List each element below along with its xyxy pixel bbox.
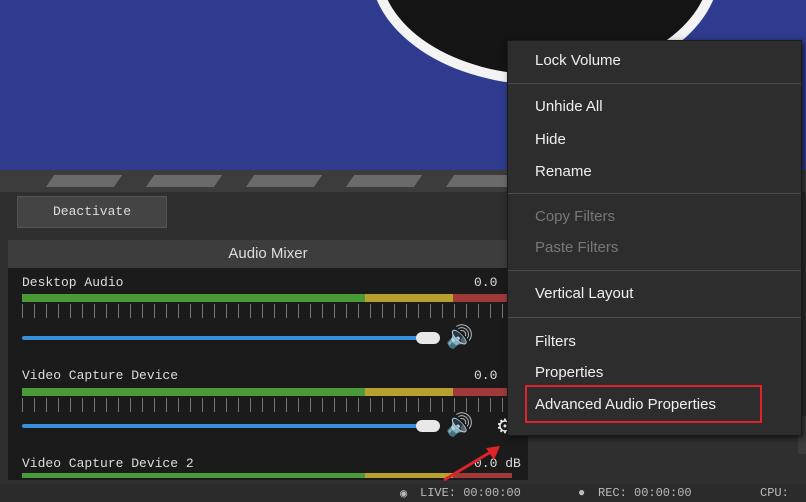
- menu-item-hide[interactable]: Hide: [535, 131, 566, 148]
- volume-slider[interactable]: [22, 424, 438, 428]
- device-name-video-capture: Video Capture Device: [22, 368, 179, 383]
- live-icon: ◉: [400, 487, 408, 501]
- device-volume-value: 0.0: [474, 368, 498, 383]
- arrow-shaft: [443, 448, 495, 482]
- menu-item-rename[interactable]: Rename: [535, 163, 592, 180]
- volume-meter: [22, 294, 512, 302]
- menu-item-properties[interactable]: Properties: [535, 364, 603, 381]
- meter-ticks: [22, 304, 512, 318]
- menu-separator: [508, 193, 801, 194]
- audio-mixer-title: Audio Mixer: [8, 240, 528, 268]
- menu-item-copy-filters: Copy Filters: [535, 208, 616, 225]
- menu-separator: [508, 83, 801, 84]
- volume-slider[interactable]: [22, 336, 438, 340]
- menu-item-lock-volume[interactable]: Lock Volume: [535, 52, 621, 69]
- speaker-icon[interactable]: 🔊: [446, 324, 473, 350]
- status-bar: ◉ LIVE: 00:00:00 ● REC: 00:00:00 CPU:: [0, 484, 806, 502]
- red-arrow-annotation: [443, 446, 500, 482]
- volume-slider-handle[interactable]: [416, 420, 440, 432]
- menu-item-vertical-layout[interactable]: Vertical Layout: [535, 285, 633, 302]
- meter-ticks: [22, 398, 512, 412]
- rec-timer: REC: 00:00:00: [598, 486, 692, 500]
- menu-item-advanced-audio-properties[interactable]: Advanced Audio Properties: [535, 396, 716, 413]
- cpu-label: CPU:: [760, 486, 789, 500]
- context-menu: Lock Volume Unhide All Hide Rename Copy …: [507, 40, 802, 436]
- menu-separator: [508, 317, 801, 318]
- menu-item-paste-filters: Paste Filters: [535, 239, 619, 256]
- menu-item-unhide-all[interactable]: Unhide All: [535, 98, 603, 115]
- device-volume-value: 0.0: [474, 275, 498, 290]
- device-name-video-capture-2: Video Capture Device 2: [22, 456, 194, 471]
- rec-icon: ●: [578, 486, 586, 500]
- volume-meter: [22, 388, 512, 396]
- menu-separator: [508, 270, 801, 271]
- volume-slider-handle[interactable]: [416, 332, 440, 344]
- speaker-icon[interactable]: 🔊: [446, 412, 473, 438]
- live-timer: LIVE: 00:00:00: [420, 486, 521, 500]
- deactivate-button[interactable]: Deactivate: [17, 196, 167, 228]
- device-name-desktop-audio: Desktop Audio: [22, 275, 124, 290]
- menu-item-filters[interactable]: Filters: [535, 333, 576, 350]
